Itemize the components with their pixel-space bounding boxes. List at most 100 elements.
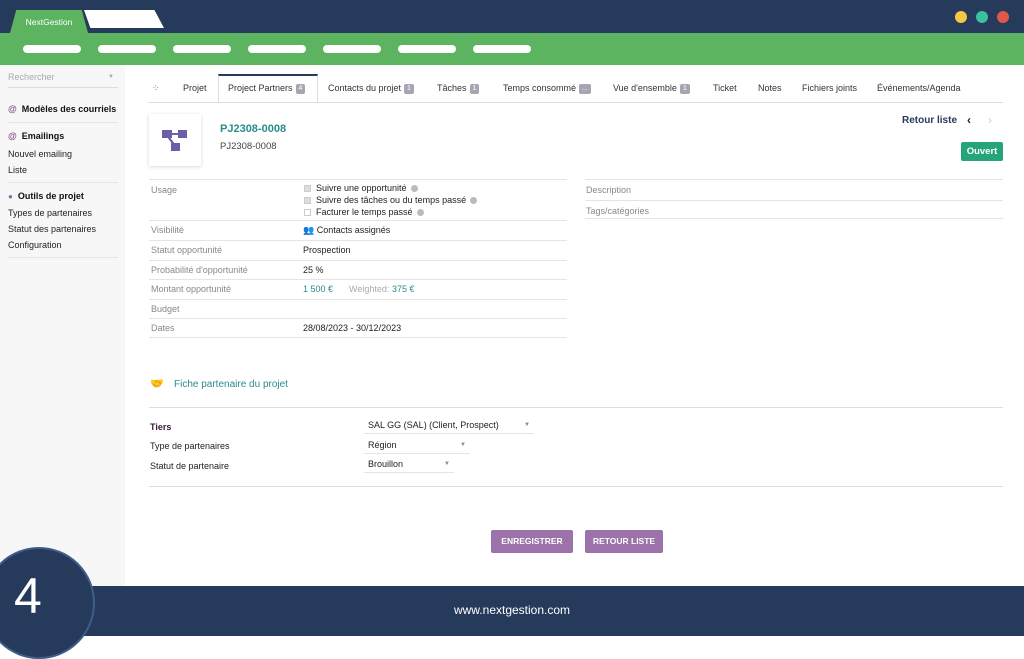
save-button[interactable]: ENREGISTRER — [491, 530, 573, 553]
type-select[interactable]: Région ▼ — [364, 440, 470, 454]
sidebar-item-statut[interactable]: Statut des partenaires — [8, 224, 96, 234]
select-value: SAL GG (SAL) (Client, Prospect) — [368, 420, 499, 430]
tab-fichiers[interactable]: Fichiers joints — [802, 78, 857, 102]
tiers-select[interactable]: SAL GG (SAL) (Client, Prospect) ▼ — [364, 420, 534, 434]
footer-url: www.nextgestion.com — [453, 603, 571, 617]
search-input[interactable]: Rechercher ▼ — [8, 72, 118, 88]
checkbox-label: Suivre une opportunité — [316, 183, 407, 193]
menu-placeholder[interactable] — [248, 45, 306, 53]
back-to-list-link[interactable]: Retour liste — [902, 115, 957, 126]
menu-placeholder[interactable] — [398, 45, 456, 53]
field-label: Budget — [151, 304, 180, 314]
field-row-dates: Dates 28/08/2023 - 30/12/2023 — [149, 318, 567, 338]
chevron-down-icon: ▼ — [524, 422, 530, 428]
chevron-down-icon: ▼ — [460, 442, 466, 448]
tab-badge: ... — [579, 84, 591, 94]
tab-badge: 1 — [404, 84, 414, 94]
previous-icon[interactable]: ‹ — [967, 113, 971, 127]
chevron-down-icon: ▼ — [444, 461, 450, 467]
checkbox-icon[interactable] — [304, 209, 311, 216]
checkbox-suivre-taches[interactable]: Suivre des tâches ou du temps passé — [304, 194, 478, 206]
field-label: Dates — [151, 323, 175, 333]
sidebar-item-configuration[interactable]: Configuration — [8, 240, 62, 250]
checkbox-facturer[interactable]: Facturer le temps passé — [304, 206, 477, 218]
tab-label: Contacts du projet — [328, 83, 402, 93]
at-icon: @ — [8, 104, 17, 114]
tab-ticket[interactable]: Ticket — [713, 78, 737, 102]
maximize-dot-icon[interactable] — [976, 11, 988, 23]
checkbox-icon[interactable] — [304, 197, 311, 204]
weighted-value: 375 € — [392, 284, 415, 294]
tiers-label: Tiers — [150, 422, 172, 432]
menu-placeholder[interactable] — [23, 45, 81, 53]
heading-label: Modèles des courriels — [21, 104, 117, 114]
users-icon: 👥 — [303, 225, 315, 235]
field-label: Tags/catégories — [586, 206, 650, 216]
info-icon — [410, 185, 418, 192]
tab-label: Temps consommé — [503, 83, 577, 93]
tab-label: Project Partners — [228, 83, 293, 93]
tab-divider — [148, 102, 1003, 103]
divider — [8, 257, 118, 258]
sidebar-item-types[interactable]: Types de partenaires — [8, 208, 92, 218]
tab-badge: 1 — [469, 84, 480, 94]
tab-badge: 1 — [679, 84, 690, 94]
checkbox-suivre-opportunite[interactable]: Suivre une opportunité — [304, 182, 477, 194]
blank-tab[interactable] — [84, 10, 164, 28]
tab-notes[interactable]: Notes — [758, 78, 782, 102]
project-label: PJ2308-0008 — [220, 141, 277, 152]
info-icon — [470, 197, 478, 204]
tab-evenements[interactable]: Événements/Agenda — [877, 78, 961, 102]
field-row-amount: Montant opportunité 1 500 € Weighted: 375 € — [149, 279, 567, 299]
field-label: Montant opportunité — [151, 284, 232, 294]
search-placeholder: Rechercher — [8, 72, 55, 82]
checkbox-label: Suivre des tâches ou du temps passé — [316, 195, 467, 205]
field-row-opp-status: Statut opportunité Prospection — [149, 240, 567, 260]
field-value: 28/08/2023 - 30/12/2023 — [303, 323, 402, 333]
back-to-list-button[interactable]: RETOUR LISTE — [585, 530, 663, 553]
project-logo — [149, 114, 201, 166]
sidebar-heading-modeles[interactable]: @ Modèles des courriels — [8, 104, 116, 114]
field-row-usage: Usage Suivre une opportunité Suivre des … — [149, 179, 567, 220]
type-label: Type de partenaires — [150, 441, 230, 451]
tab-project-partners[interactable]: Project Partners 4 — [228, 78, 306, 102]
tab-taches[interactable]: Tâches 1 — [437, 78, 480, 102]
menu-placeholder[interactable] — [323, 45, 381, 53]
tab-projet[interactable]: Projet — [183, 78, 207, 102]
info-icon — [416, 209, 424, 216]
sidebar-heading-emailings[interactable]: @ Emailings — [8, 131, 64, 141]
minimize-dot-icon[interactable] — [955, 11, 967, 23]
menu-placeholder[interactable] — [473, 45, 531, 53]
field-row-visibility: Visibilité 👥 Contacts assignés — [149, 220, 567, 240]
weighted-label: Weighted: — [349, 284, 390, 294]
field-label: Usage — [151, 185, 178, 195]
tab-vue-ensemble[interactable]: Vue d'ensemble 1 — [613, 78, 690, 102]
next-icon[interactable]: › — [988, 113, 992, 127]
close-dot-icon[interactable] — [997, 11, 1009, 23]
divider — [149, 486, 1003, 487]
project-tree-icon — [162, 130, 187, 151]
divider — [8, 182, 118, 183]
status-label: Statut de partenaire — [150, 461, 230, 471]
tab-contacts[interactable]: Contacts du projet 1 — [328, 78, 414, 102]
field-row-description: Description — [585, 179, 1003, 200]
field-label: Statut opportunité — [151, 245, 223, 255]
field-value: 25 % — [303, 265, 324, 275]
divider — [8, 122, 118, 123]
status-badge: Ouvert — [961, 142, 1003, 161]
sidebar-item-nouvel-emailing[interactable]: Nouvel emailing — [8, 149, 72, 159]
divider — [149, 407, 1003, 408]
app-tab[interactable]: NextGestion — [10, 10, 88, 33]
field-label: Probabilité d'opportunité — [151, 265, 248, 275]
menu-placeholder[interactable] — [173, 45, 231, 53]
tab-temps[interactable]: Temps consommé... — [503, 78, 591, 102]
checkbox-icon[interactable] — [304, 185, 311, 192]
sidebar-heading-outils[interactable]: ● Outils de projet — [8, 191, 84, 201]
field-row-probability: Probabilité d'opportunité 25 % — [149, 260, 567, 279]
step-number: 4 — [14, 568, 42, 624]
project-icon[interactable]: ⁘ — [152, 78, 160, 102]
field-value: 1 500 € — [303, 284, 334, 294]
partner-status-select[interactable]: Brouillon ▼ — [364, 459, 454, 473]
sidebar-item-liste[interactable]: Liste — [8, 165, 27, 175]
menu-placeholder[interactable] — [98, 45, 156, 53]
